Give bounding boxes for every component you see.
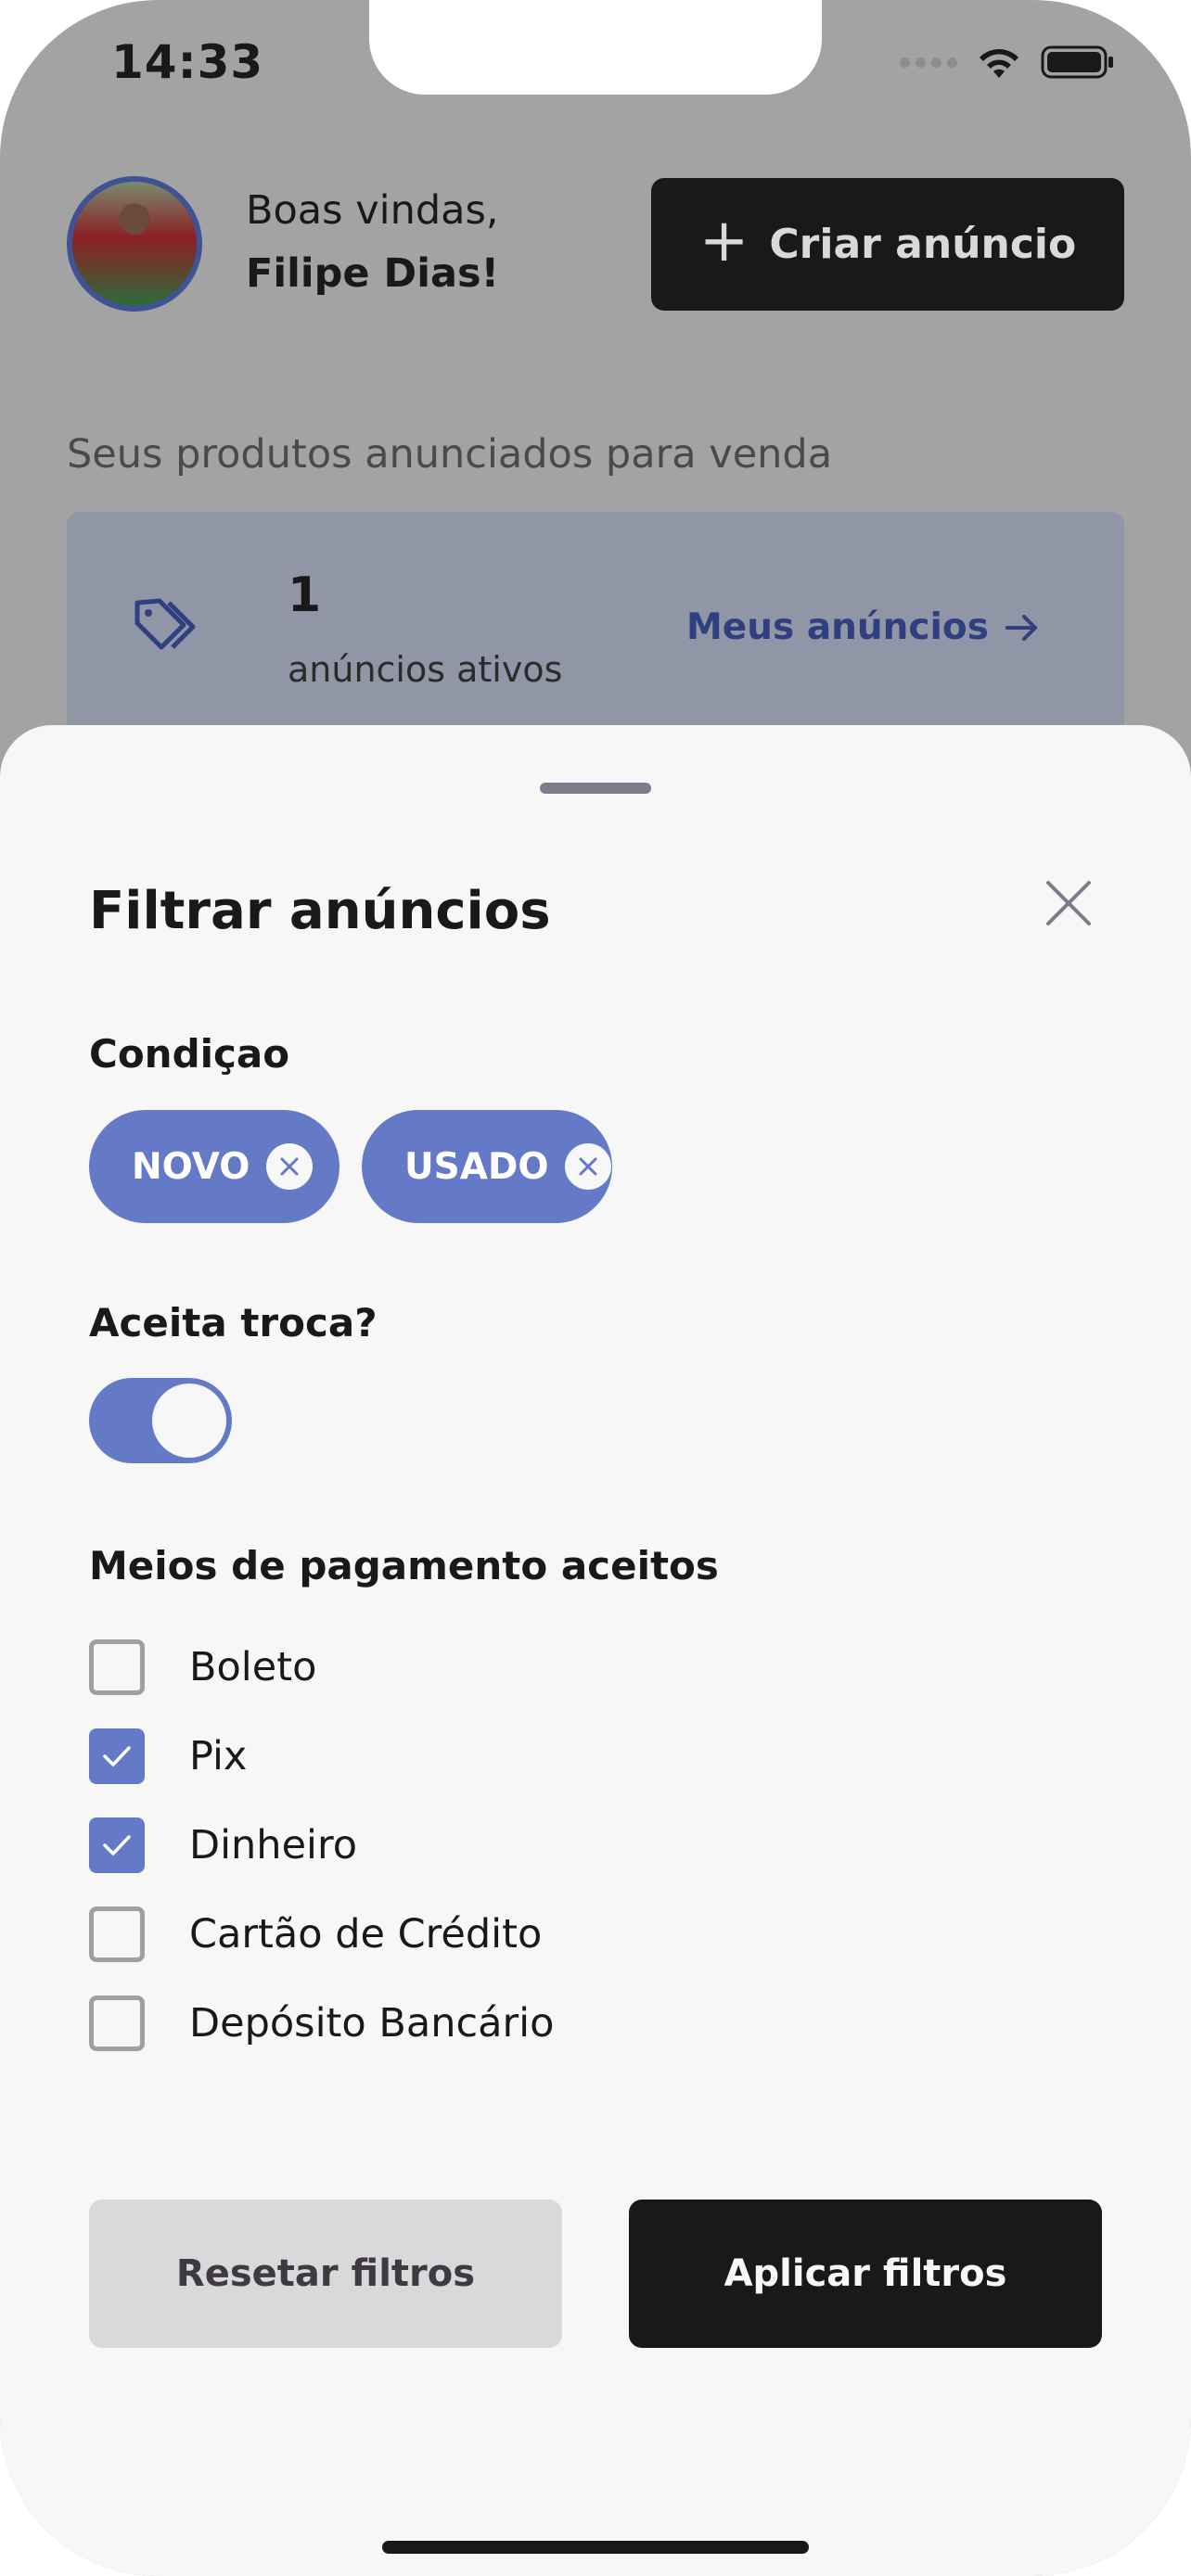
notch [369, 0, 822, 95]
payment-option-deposito[interactable]: Depósito Bancário [89, 1996, 554, 2051]
phone-screen: 14:33 Boas vindas, Filipe Dias! + Criar … [0, 0, 1191, 2576]
my-ads-link[interactable]: Meus anúncios [686, 606, 1039, 648]
chip-label: USADO [404, 1145, 549, 1188]
products-section-label: Seus produtos anunciados para venda [67, 431, 833, 478]
condition-label: Condiçao [89, 1031, 290, 1077]
checkbox[interactable] [89, 1817, 145, 1873]
check-icon [103, 1835, 131, 1855]
active-ads-count: 1 [288, 567, 322, 623]
payment-option-label: Cartão de Crédito [189, 1911, 543, 1958]
chip-novo[interactable]: NOVO [89, 1110, 339, 1223]
arrow-right-icon [1005, 614, 1037, 641]
trade-label: Aceita troca? [89, 1300, 378, 1345]
create-ad-button[interactable]: + Criar anúncio [651, 178, 1124, 311]
payment-option-cartao[interactable]: Cartão de Crédito [89, 1906, 542, 1962]
home-indicator[interactable] [382, 2541, 809, 2554]
payment-option-dinheiro[interactable]: Dinheiro [89, 1817, 357, 1873]
payment-option-label: Depósito Bancário [189, 2000, 555, 2047]
checkbox[interactable] [89, 1906, 145, 1962]
toggle-knob [152, 1384, 226, 1458]
tag-icon [134, 598, 196, 650]
payment-option-pix[interactable]: Pix [89, 1728, 247, 1784]
greeting-text: Boas vindas, [246, 187, 499, 234]
sheet-title: Filtrar anúncios [89, 881, 551, 941]
close-icon[interactable] [1043, 877, 1095, 929]
trade-toggle[interactable] [89, 1378, 232, 1463]
payment-option-label: Pix [189, 1733, 248, 1779]
wifi-icon [980, 49, 1018, 78]
close-circle-icon[interactable] [266, 1143, 314, 1190]
payment-option-boleto[interactable]: Boleto [89, 1639, 316, 1695]
battery-icon [1041, 45, 1113, 79]
checkbox[interactable] [89, 1728, 145, 1784]
status-time: 14:33 [111, 35, 264, 89]
checkbox[interactable] [89, 1639, 145, 1695]
my-ads-label: Meus anúncios [686, 606, 989, 648]
payment-option-label: Boleto [189, 1644, 317, 1690]
create-ad-label: Criar anúncio [769, 221, 1077, 268]
filter-sheet: Filtrar anúncios Condiçao NOVO USADO Ace… [0, 725, 1191, 2576]
active-ads-card: 1 anúncios ativos Meus anúncios [67, 512, 1124, 734]
chip-usado[interactable]: USADO [362, 1110, 612, 1223]
check-icon [103, 1746, 131, 1766]
apply-filters-button[interactable]: Aplicar filtros [629, 2200, 1102, 2348]
reset-filters-button[interactable]: Resetar filtros [89, 2200, 562, 2348]
sheet-drag-handle[interactable] [540, 783, 651, 794]
close-circle-icon[interactable] [565, 1143, 612, 1190]
checkbox[interactable] [89, 1996, 145, 2051]
payment-label: Meios de pagamento aceitos [89, 1543, 719, 1588]
payment-option-label: Dinheiro [189, 1822, 358, 1868]
plus-icon: + [698, 206, 749, 275]
chip-label: NOVO [132, 1145, 250, 1188]
cellular-signal-icon [900, 57, 957, 68]
status-icons [900, 45, 1115, 80]
user-name: Filipe Dias! [246, 250, 500, 297]
active-ads-label: anúncios ativos [288, 649, 563, 690]
avatar[interactable] [67, 176, 202, 312]
